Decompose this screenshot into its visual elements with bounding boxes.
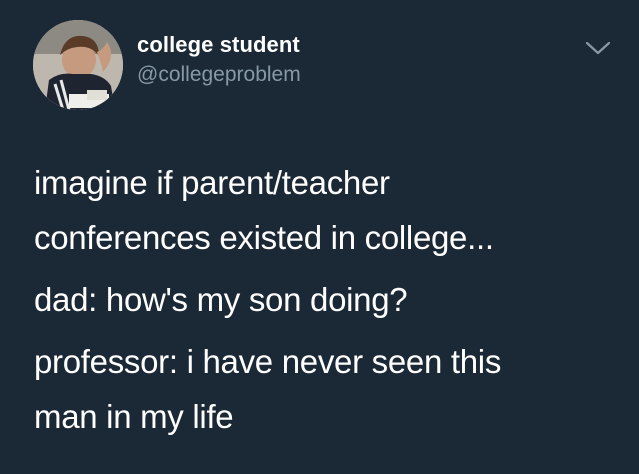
student-photo-icon [33,20,123,110]
tweet-line: conferences existed in college... [34,219,494,256]
tweet-line: imagine if parent/teacher [34,164,390,201]
tweet-paragraph-dad: dad: how's my son doing? [34,272,624,327]
author-display-name[interactable]: college student [137,32,300,58]
chevron-down-icon [585,41,611,55]
tweet-paragraph-professor: professor: i have never seen this man in… [34,334,624,444]
tweet-text: imagine if parent/teacher conferences ex… [34,155,624,444]
author-handle[interactable]: @collegeproblem [137,63,301,87]
profile-avatar[interactable] [33,20,123,110]
tweet-line: dad: how's my son doing? [34,281,408,318]
tweet-line: man in my life [34,398,234,435]
tweet-card: college student @collegeproblem imagine … [0,0,639,474]
tweet-paragraph-intro: imagine if parent/teacher conferences ex… [34,155,624,265]
tweet-menu-button[interactable] [584,38,612,58]
tweet-line: professor: i have never seen this [34,343,502,380]
